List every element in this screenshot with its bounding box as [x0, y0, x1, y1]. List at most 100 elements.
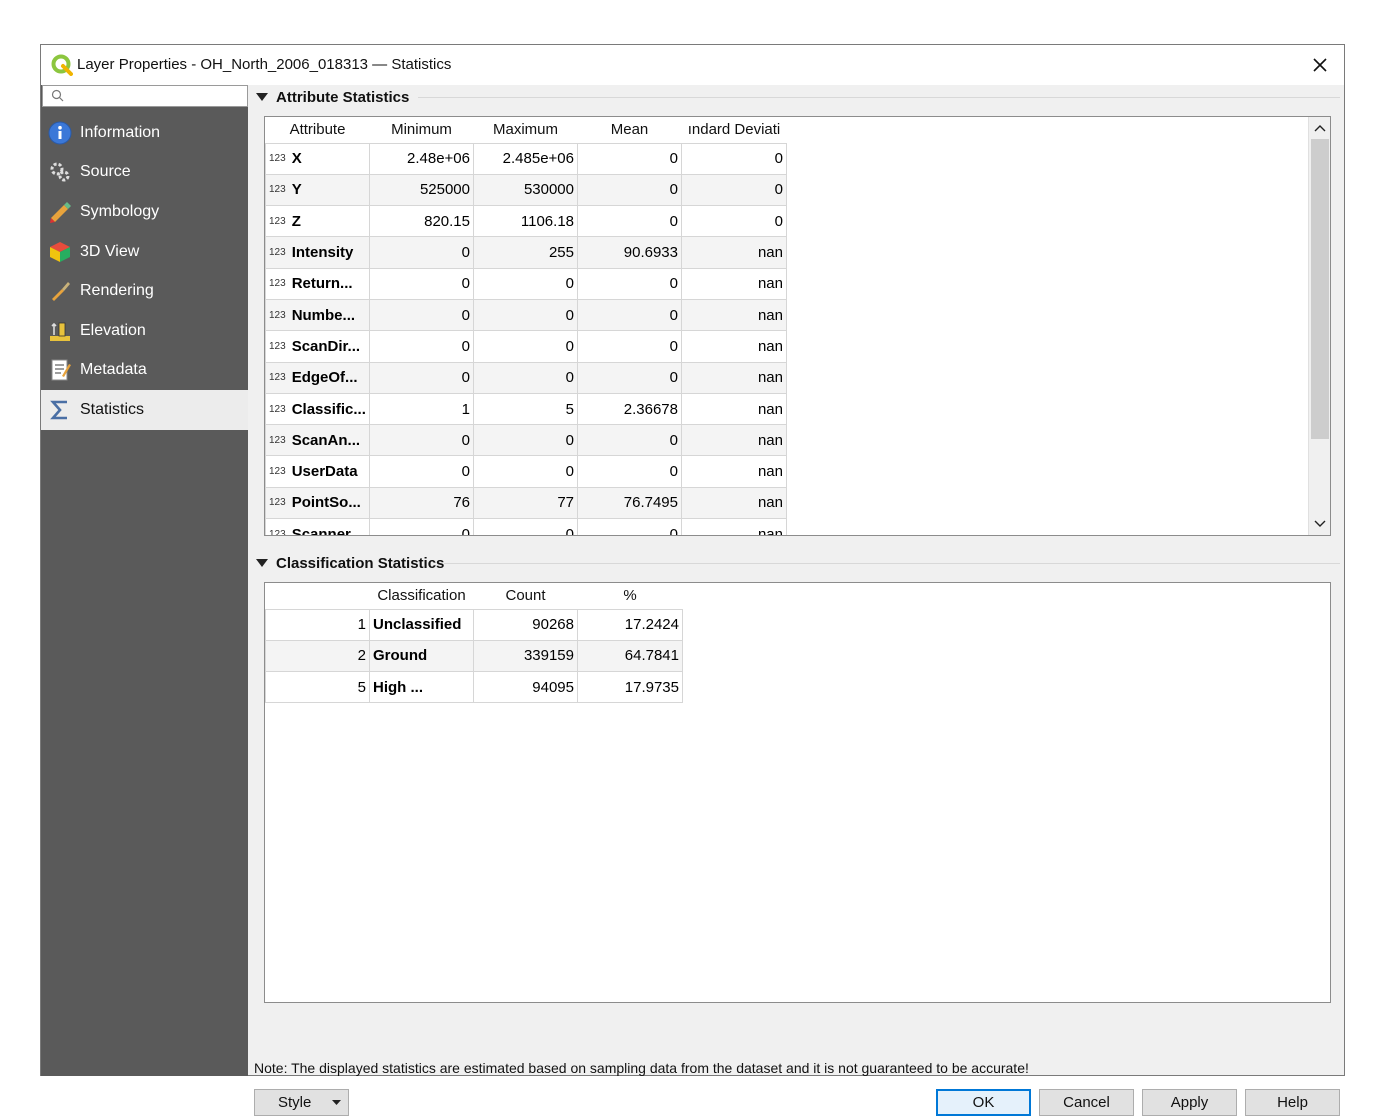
table-row[interactable]: 123 ScanDir... 0 0 0 nan [265, 330, 787, 363]
attribute-name-cell: 123 Return... [265, 267, 370, 300]
table-row[interactable]: 123 Return... 0 0 0 nan [265, 267, 787, 300]
table-row[interactable]: 123 X 2.48e+06 2.485e+06 0 0 [265, 142, 787, 175]
source-icon [47, 159, 73, 185]
metadata-icon [47, 357, 73, 383]
value-cell: 0 [473, 330, 578, 363]
sidebar-item-rendering[interactable]: Rendering [41, 271, 248, 311]
dropdown-arrow-icon [332, 1100, 341, 1105]
table-row[interactable]: 123 EdgeOf... 0 0 0 nan [265, 361, 787, 394]
numeric-type-icon: 123 [269, 153, 286, 165]
scroll-up-icon[interactable] [1309, 117, 1330, 139]
value-cell: 90268 [473, 608, 578, 641]
symbology-icon [47, 199, 73, 225]
sidebar-item-elevation[interactable]: Elevation [41, 311, 248, 351]
column-header[interactable]: Mean [578, 117, 682, 143]
value-cell: nan [681, 392, 787, 426]
value-cell: 0 [369, 298, 474, 332]
vertical-scrollbar[interactable] [1308, 117, 1330, 535]
classification-name-cell: High ... [369, 671, 474, 704]
attribute-name-cell: 123 UserData [265, 455, 370, 488]
style-dropdown-button[interactable]: Style [254, 1089, 349, 1116]
value-cell: 0 [681, 142, 787, 175]
column-header[interactable] [266, 583, 370, 609]
table-row[interactable]: 123 ScanAn... 0 0 0 nan [265, 424, 787, 457]
classification-name-cell: Ground [369, 639, 474, 673]
value-cell: 0 [369, 267, 474, 300]
table-row[interactable]: 5 High ... 94095 17.9735 [265, 671, 683, 704]
value-cell: 5 [473, 392, 578, 426]
sidebar-item-symbology[interactable]: Symbology [41, 192, 248, 232]
value-cell: nan [681, 236, 787, 269]
information-icon [47, 120, 73, 146]
scrollbar-thumb[interactable] [1311, 139, 1329, 439]
table-row[interactable]: 123 Classific... 1 5 2.36678 nan [265, 392, 787, 426]
sidebar: Information Source Symbology 3D View Renderi… [41, 85, 248, 1076]
numeric-type-icon: 123 [269, 278, 286, 290]
classification-name-cell: Unclassified [369, 608, 474, 641]
value-cell: 77 [473, 486, 578, 520]
sidebar-item-3d-view[interactable]: 3D View [41, 232, 248, 272]
value-cell: 339159 [473, 639, 578, 673]
classification-statistics-header[interactable]: Classification Statistics [256, 552, 444, 574]
numeric-type-icon: 123 [269, 466, 286, 478]
elevation-icon [47, 318, 73, 344]
table-row[interactable]: 1 Unclassified 90268 17.2424 [265, 608, 683, 641]
ok-button[interactable]: OK [936, 1089, 1031, 1116]
table-row[interactable]: 123 Intensity 0 255 90.6933 nan [265, 236, 787, 269]
column-header[interactable]: Attribute [266, 117, 370, 143]
table-row[interactable]: 123 UserData 0 0 0 nan [265, 455, 787, 488]
numeric-type-icon: 123 [269, 247, 286, 259]
cancel-button[interactable]: Cancel [1039, 1089, 1134, 1116]
numeric-type-icon: 123 [269, 340, 286, 352]
attribute-name: X [291, 150, 302, 168]
sidebar-item-source[interactable]: Source [41, 153, 248, 193]
value-cell: 2.36678 [577, 392, 682, 426]
column-header[interactable]: % [578, 583, 683, 609]
column-header[interactable]: Maximum [474, 117, 578, 143]
table-row[interactable]: 123 Y 525000 530000 0 0 [265, 173, 787, 207]
attribute-name: Return... [291, 275, 353, 293]
attribute-statistics-header[interactable]: Attribute Statistics [256, 86, 409, 108]
column-header[interactable]: ındard Deviati [682, 117, 787, 143]
value-cell: nan [681, 361, 787, 394]
column-header[interactable]: Classification [370, 583, 474, 609]
numeric-type-icon: 123 [269, 215, 286, 227]
table-row[interactable]: 123 Numbe... 0 0 0 nan [265, 298, 787, 332]
attribute-name: Intensity [291, 244, 354, 262]
attribute-name: EdgeOf... [291, 369, 358, 387]
value-cell: 5 [265, 671, 370, 704]
value-cell: 0 [577, 267, 682, 300]
sidebar-item-statistics[interactable]: Statistics [41, 390, 248, 430]
value-cell: 0 [369, 518, 474, 535]
value-cell: 0 [369, 455, 474, 488]
style-button-label: Style [278, 1094, 312, 1111]
attribute-name-cell: 123 Z [265, 205, 370, 238]
column-header[interactable]: Minimum [370, 117, 474, 143]
sidebar-item-metadata[interactable]: Metadata [41, 351, 248, 391]
apply-button[interactable]: Apply [1142, 1089, 1237, 1116]
value-cell: 2.48e+06 [369, 142, 474, 175]
value-cell: 0 [577, 330, 682, 363]
numeric-type-icon: 123 [269, 528, 286, 536]
value-cell: 820.15 [369, 205, 474, 238]
value-cell: 2 [265, 639, 370, 673]
attribute-name-cell: 123 ScanDir... [265, 330, 370, 363]
rendering-icon [47, 278, 73, 304]
3d-view-icon [47, 239, 73, 265]
attribute-name-cell: 123 Intensity [265, 236, 370, 269]
table-row[interactable]: 123 Z 820.15 1106.18 0 0 [265, 205, 787, 238]
sidebar-item-information[interactable]: Information [41, 113, 248, 153]
search-input[interactable] [42, 85, 248, 107]
window-title: Layer Properties - OH_North_2006_018313 … [77, 56, 452, 73]
close-icon[interactable] [1306, 51, 1334, 79]
value-cell: nan [681, 330, 787, 363]
value-cell: 17.9735 [577, 671, 683, 704]
help-button[interactable]: Help [1245, 1089, 1340, 1116]
column-header[interactable]: Count [474, 583, 578, 609]
table-row[interactable]: 2 Ground 339159 64.7841 [265, 639, 683, 673]
scroll-down-icon[interactable] [1309, 513, 1330, 535]
value-cell: 0 [681, 173, 787, 207]
table-row[interactable]: 123 Scanner... 0 0 0 nan [265, 518, 787, 536]
table-row[interactable]: 123 PointSo... 76 77 76.7495 nan [265, 486, 787, 520]
collapse-triangle-icon [256, 93, 268, 101]
